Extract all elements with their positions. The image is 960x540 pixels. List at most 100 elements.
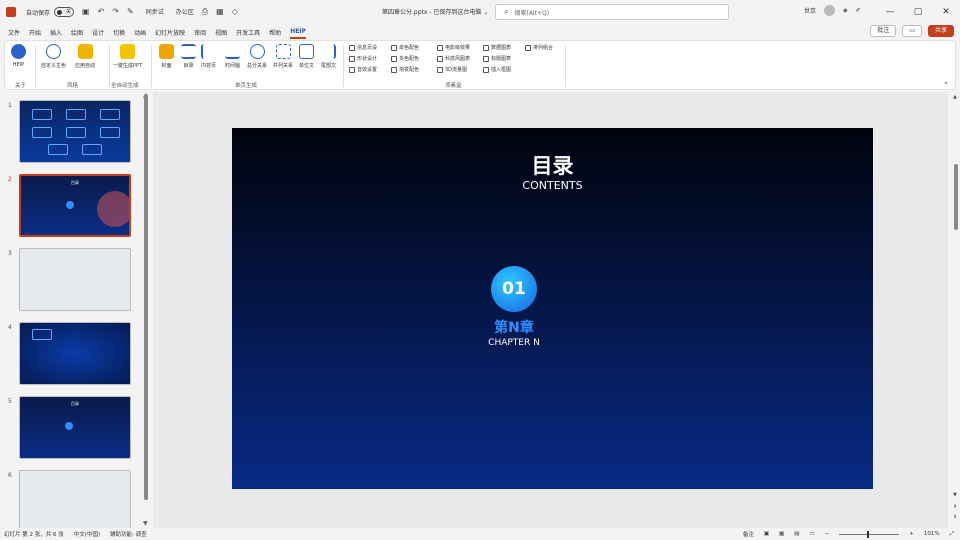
unit-text-button[interactable]: 单位文 xyxy=(299,44,314,69)
zoom-slider[interactable] xyxy=(839,530,900,538)
chapter-title-en[interactable]: CHAPTER N xyxy=(464,338,564,348)
document-title[interactable]: 第四章公分.pptx - 已保存到这台电脑 ⌄ xyxy=(382,7,488,16)
print-icon[interactable]: ⎙ xyxy=(202,7,208,17)
chapter-number-circle[interactable]: 01 xyxy=(491,266,537,312)
cover-button[interactable]: 封面 xyxy=(159,44,174,69)
thumbnail-6[interactable]: 6 xyxy=(0,468,140,534)
thumbnail-5[interactable]: 5 目录 xyxy=(0,394,140,460)
tab-help[interactable]: 帮助 xyxy=(269,26,281,39)
slideshow-icon[interactable]: ▭ xyxy=(809,531,814,537)
end-text-button[interactable]: 尾部文 xyxy=(321,44,336,69)
hierarchy-button[interactable]: 总分关系 xyxy=(247,44,267,69)
chat-icon[interactable]: ▭ xyxy=(902,25,922,37)
thumbnails-scrollbar[interactable] xyxy=(144,94,148,500)
tab-file[interactable]: 文件 xyxy=(8,26,20,39)
thumbnail-image[interactable] xyxy=(19,100,131,163)
user-name[interactable]: 世京 xyxy=(804,6,816,15)
save-icon[interactable]: ▣ xyxy=(82,7,90,17)
thumbnail-image[interactable] xyxy=(19,248,131,311)
avatar[interactable] xyxy=(824,5,836,16)
thumbnail-2[interactable]: 2 目录 xyxy=(0,172,140,238)
checkbox-4[interactable]: 排列组合 xyxy=(525,44,567,51)
pen-icon[interactable]: ✐ xyxy=(856,7,861,14)
thumbnail-image[interactable]: 目录 xyxy=(19,396,131,459)
canvas-scrollbar[interactable]: ▲ ▼ ⇞ ⇟ xyxy=(952,92,960,528)
undo-icon[interactable]: ↶ xyxy=(98,7,105,17)
search-input[interactable]: ⌕ 搜索(Alt+Q) xyxy=(495,4,729,20)
sync-label[interactable]: 同步试 xyxy=(146,7,164,17)
chapter-title[interactable]: 第N章 xyxy=(464,317,564,337)
tab-home[interactable]: 开始 xyxy=(29,26,41,39)
accessibility-status[interactable]: 辅助功能: 调查 xyxy=(110,530,147,538)
thumbnail-image[interactable] xyxy=(19,470,131,533)
checkbox-3[interactable]: 数据图表 xyxy=(483,44,525,51)
scroll-thumb[interactable] xyxy=(954,164,958,230)
tab-animations[interactable]: 动画 xyxy=(134,26,146,39)
scroll-down-icon[interactable]: ▼ xyxy=(953,492,957,498)
thumbnail-3[interactable]: 3 xyxy=(0,246,140,312)
minimize-button[interactable]: — xyxy=(876,0,904,24)
quick-access-toolbar: ▣ ↶ ↷ ✎ 同步试 办公区 ⎙ ▦ ◇ xyxy=(82,7,238,17)
close-button[interactable]: ✕ xyxy=(932,0,960,24)
checkbox-7[interactable]: 科技风图表 xyxy=(437,55,483,62)
tab-view[interactable]: 视图 xyxy=(215,26,227,39)
thumbnail-image[interactable]: 目录 xyxy=(19,174,131,237)
tab-insert[interactable]: 插入 xyxy=(50,26,62,39)
checkbox-6[interactable]: 多色配色 xyxy=(391,55,437,62)
scroll-down-icon[interactable]: ▼ xyxy=(143,520,148,527)
content-page-button[interactable]: 内容页 xyxy=(201,44,216,69)
format-painter-icon[interactable]: ✎ xyxy=(127,7,134,17)
shape-icon[interactable]: ◇ xyxy=(232,7,238,17)
tab-draw[interactable]: 绘图 xyxy=(71,26,83,39)
checkbox-2[interactable]: 电影级效果 xyxy=(437,44,483,51)
office-label[interactable]: 办公区 xyxy=(176,7,194,17)
comment-button[interactable]: 批注 xyxy=(870,25,897,37)
tab-developer[interactable]: 开发工具 xyxy=(236,26,260,39)
tab-heip[interactable]: HEIP xyxy=(290,26,306,39)
autosave-toggle[interactable]: 关 xyxy=(54,7,75,17)
timeline-button[interactable]: 时间轴 xyxy=(225,44,240,69)
thumbnail-4[interactable]: 4 xyxy=(0,320,140,386)
maximize-button[interactable]: ▢ xyxy=(904,0,932,24)
checkbox-10[interactable]: 渐变配色 xyxy=(391,66,437,73)
zoom-in-icon[interactable]: + xyxy=(909,531,914,537)
language-indicator[interactable]: 中文(中国) xyxy=(74,530,100,538)
notes-button[interactable]: 备注 xyxy=(743,530,754,538)
diamond-icon[interactable]: ◈ xyxy=(843,7,848,14)
checkbox-12[interactable]: 插入框图 xyxy=(483,66,525,73)
tab-design[interactable]: 设计 xyxy=(92,26,104,39)
checkbox-8[interactable]: 标题图表 xyxy=(483,55,525,62)
reading-view-icon[interactable]: ▤ xyxy=(794,531,799,537)
zoom-out-icon[interactable]: − xyxy=(825,531,830,537)
checkbox-11[interactable]: 3D流量图 xyxy=(437,66,483,73)
current-slide[interactable]: 目录 CONTENTS 01 第N章 CHAPTER N xyxy=(232,128,873,489)
checkbox-9[interactable]: 音效设置 xyxy=(349,66,391,73)
table-icon[interactable]: ▦ xyxy=(216,7,224,17)
parallel-button[interactable]: 并列关系 xyxy=(273,44,293,69)
checkbox-1[interactable]: 单色配色 xyxy=(391,44,437,51)
slide-subtitle[interactable]: CONTENTS xyxy=(232,179,873,192)
generate-ppt-button[interactable]: 一键生成PPT xyxy=(113,44,142,69)
custom-color-button[interactable]: 自定义主色 xyxy=(41,44,66,69)
scroll-up-icon[interactable]: ▲ xyxy=(953,94,957,100)
slide-title[interactable]: 目录 xyxy=(232,150,873,180)
tab-review[interactable]: 审阅 xyxy=(194,26,206,39)
sorter-view-icon[interactable]: ▦ xyxy=(779,531,784,537)
tab-transitions[interactable]: 切换 xyxy=(113,26,125,39)
tab-slideshow[interactable]: 幻灯片放映 xyxy=(155,26,185,39)
checkbox-5[interactable]: 形状设计 xyxy=(349,55,391,62)
share-button[interactable]: 共享 xyxy=(927,25,954,37)
prev-slide-icon[interactable]: ⇞ xyxy=(953,504,957,510)
normal-view-icon[interactable]: ▣ xyxy=(764,531,769,537)
next-slide-icon[interactable]: ⇟ xyxy=(953,514,957,520)
apply-auto-button[interactable]: 应用自动 xyxy=(75,44,95,69)
collapse-ribbon-icon[interactable]: ⌃ xyxy=(943,81,949,89)
fit-window-icon[interactable]: ⤢ xyxy=(950,531,954,538)
zoom-level[interactable]: 101% xyxy=(924,531,940,537)
thumbnail-image[interactable] xyxy=(19,322,131,385)
heip-button[interactable]: HEIP xyxy=(11,44,26,68)
checkbox-0[interactable]: 信息页设 xyxy=(349,44,391,51)
redo-icon[interactable]: ↷ xyxy=(112,7,119,17)
toc-button[interactable]: 目录 xyxy=(181,44,196,69)
thumbnail-1[interactable]: 1 xyxy=(0,98,140,164)
